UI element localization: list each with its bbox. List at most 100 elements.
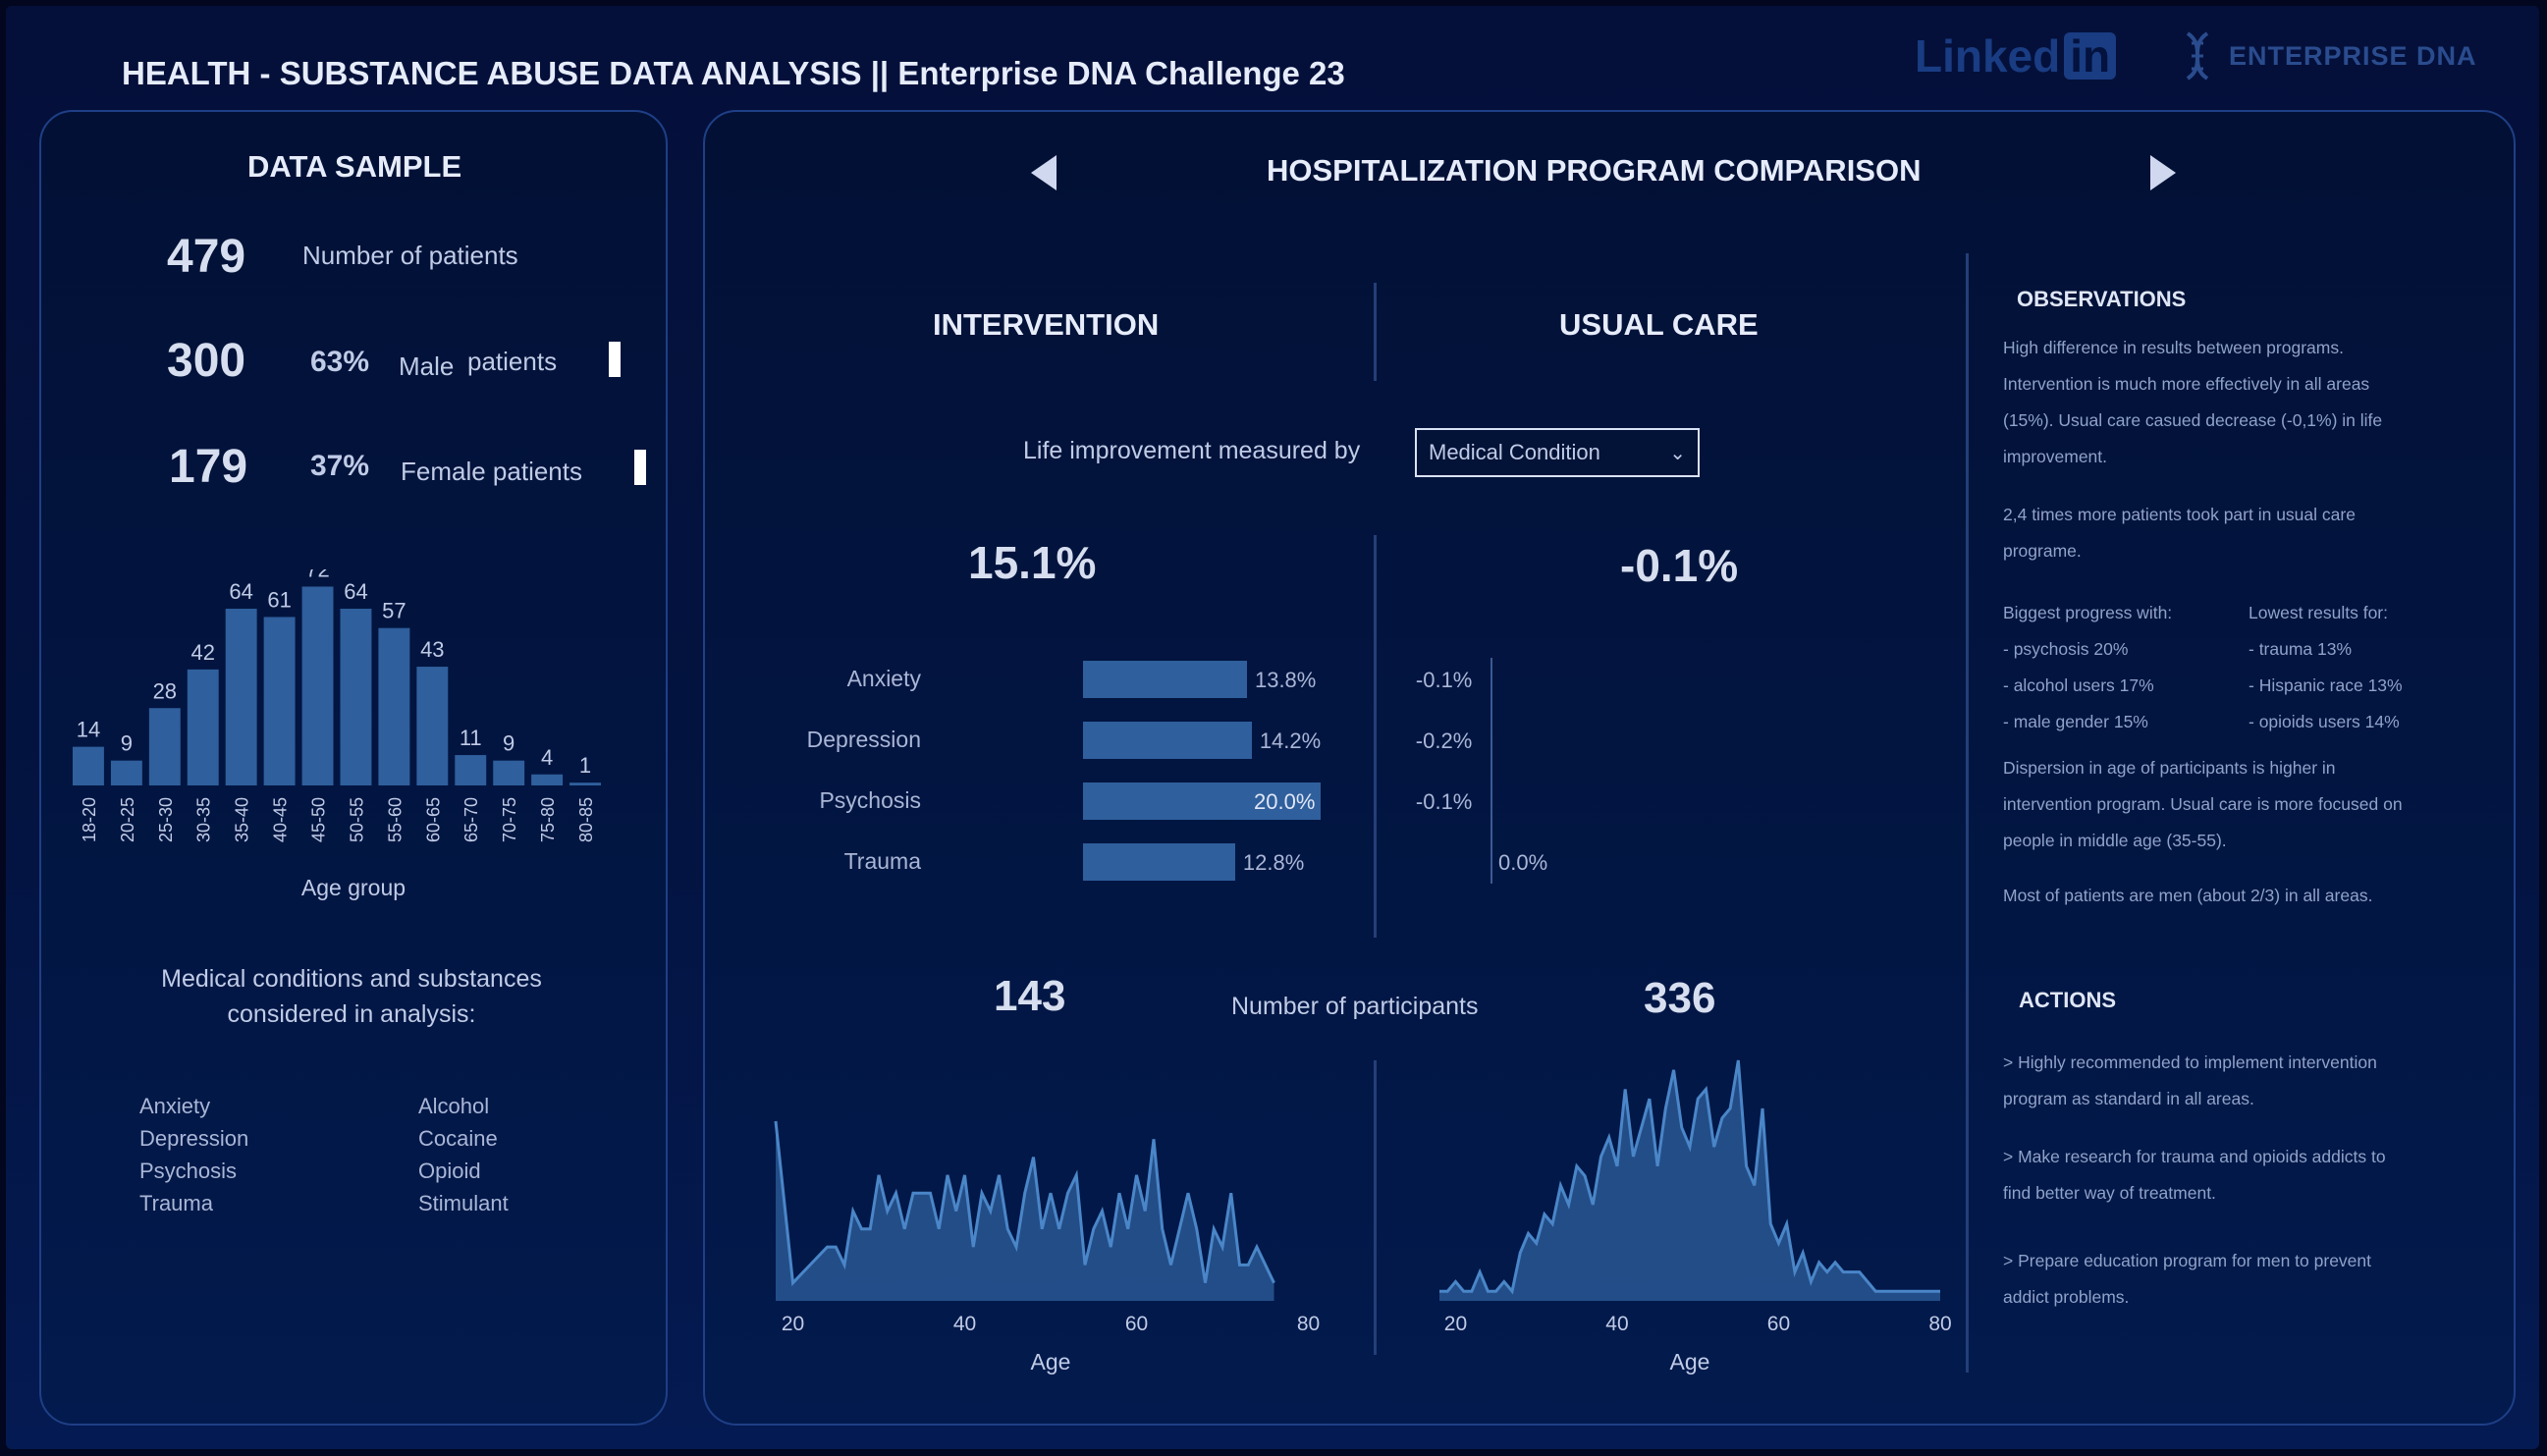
area-axis-label: Age	[1670, 1349, 1710, 1375]
obs-line: Dispersion in age of participants is hig…	[2003, 758, 2336, 778]
age-bar	[187, 669, 219, 785]
intervention-title: INTERVENTION	[933, 307, 1160, 342]
age-bar-value: 11	[460, 726, 482, 750]
substance-item: Cocaine	[418, 1126, 498, 1151]
category-label: Depression	[806, 727, 921, 752]
male-pct: 63%	[310, 346, 370, 378]
area-tick-label: 60	[1767, 1313, 1790, 1335]
usual-care-total: -0.1%	[1620, 540, 1739, 591]
condition-item: Depression	[139, 1126, 249, 1151]
dna-icon	[2186, 31, 2209, 81]
age-bar-value: 72	[305, 569, 329, 582]
age-bar	[416, 667, 449, 785]
value-label: -0.1%	[1415, 789, 1473, 814]
biggest-progress-list: Biggest progress with: - psychosis 20% -…	[2003, 595, 2172, 740]
age-bar	[378, 627, 410, 785]
obs-line: (15%). Usual care casued decrease (-0,1%…	[2003, 410, 2383, 430]
measure-dropdown-value: Medical Condition	[1429, 440, 1600, 464]
age-tick-label: 25-30	[156, 797, 176, 842]
area-fill	[1439, 1060, 1940, 1301]
age-tick-label: 60-65	[423, 797, 443, 842]
linkedin-logo[interactable]: Linked in	[1915, 29, 2117, 82]
age-bar-value: 28	[153, 678, 177, 703]
age-tick-label: 30-35	[194, 797, 214, 842]
observations-title: OBSERVATIONS	[2017, 287, 2187, 311]
linkedin-logo-box: in	[2064, 32, 2117, 80]
age-tick-label: 75-80	[538, 797, 558, 842]
conditions-list: Anxiety Depression Psychosis Trauma	[139, 1090, 248, 1219]
obs-line: High difference in results between progr…	[2003, 338, 2344, 357]
age-bar	[110, 760, 142, 785]
age-tick-label: 45-50	[309, 797, 329, 842]
biggest-progress-item: - male gender 15%	[2003, 712, 2148, 731]
biggest-progress-item: - psychosis 20%	[2003, 639, 2129, 659]
area-tick-label: 20	[782, 1313, 804, 1335]
substance-item: Opioid	[418, 1159, 481, 1183]
age-bar-value: 57	[382, 599, 406, 623]
obs-line: people in middle age (35-55).	[2003, 831, 2227, 850]
age-tick-label: 55-60	[385, 797, 405, 842]
age-bar-value: 9	[503, 731, 515, 756]
intervention-total: 15.1%	[968, 537, 1097, 588]
area-tick-label: 20	[1444, 1313, 1467, 1335]
action-item-2: > Make research for trauma and opioids a…	[2003, 1139, 2386, 1212]
biggest-progress-title: Biggest progress with:	[2003, 603, 2173, 622]
age-bar-value: 43	[420, 637, 444, 662]
age-tick-label: 35-40	[233, 797, 252, 842]
age-bar-value: 61	[267, 587, 291, 612]
age-bar-value: 64	[229, 579, 252, 604]
value-label: 13.8%	[1254, 668, 1317, 692]
age-axis-label: Age group	[301, 875, 406, 900]
observations-paragraph-3: Dispersion in age of participants is hig…	[2003, 750, 2403, 859]
chevron-down-icon: ⌄	[1669, 442, 1686, 464]
next-page-icon[interactable]	[2146, 153, 2178, 192]
area-tick-label: 60	[1125, 1313, 1148, 1335]
obs-line: Most of patients are men (about 2/3) in …	[2003, 886, 2373, 905]
male-label-2: patients	[467, 347, 558, 376]
age-tick-label: 70-75	[500, 797, 519, 842]
enterprise-dna-logo[interactable]: ENTERPRISE DNA	[2178, 29, 2477, 82]
value-label: -0.2%	[1415, 728, 1473, 753]
participants-label: Number of participants	[1231, 993, 1479, 1020]
age-bar	[493, 760, 525, 785]
conditions-heading-2: considered in analysis:	[227, 1000, 476, 1028]
value-bar	[1083, 661, 1247, 698]
linkedin-logo-text: Linked	[1915, 30, 2061, 81]
comparison-title: HOSPITALIZATION PROGRAM COMPARISON	[1267, 153, 1922, 188]
action-line: addict problems.	[2003, 1287, 2130, 1307]
age-bar-value: 9	[121, 731, 133, 756]
male-share-bar	[609, 342, 621, 377]
usual-care-age-area-chart: 20 40 60 80 Age	[1439, 1059, 1952, 1375]
observations-paragraph-4: Most of patients are men (about 2/3) in …	[2003, 878, 2372, 914]
measure-dropdown[interactable]: Medical Condition ⌄	[1415, 428, 1700, 477]
substances-list: Alcohol Cocaine Opioid Stimulant	[418, 1090, 509, 1219]
enterprise-dna-text: ENTERPRISE DNA	[2229, 40, 2477, 71]
age-tick-label: 40-45	[271, 797, 291, 842]
bottom-divider	[1374, 1060, 1377, 1355]
area-tick-label: 40	[1605, 1313, 1628, 1335]
obs-line: intervention program. Usual care is more…	[2003, 794, 2403, 814]
area-tick-label: 80	[1928, 1313, 1951, 1335]
age-bar	[225, 609, 257, 785]
action-line: > Highly recommended to implement interv…	[2003, 1052, 2377, 1072]
age-tick-label: 50-55	[347, 797, 366, 842]
age-tick-label: 20-25	[118, 797, 137, 842]
previous-page-icon[interactable]	[1029, 153, 1060, 192]
intervention-age-area-chart: 20 40 60 80 Age	[774, 1120, 1320, 1375]
action-line: find better way of treatment.	[2003, 1183, 2216, 1203]
value-bar	[1083, 722, 1252, 759]
conditions-heading-1: Medical conditions and substances	[161, 965, 542, 993]
value-label: 14.2%	[1259, 728, 1322, 753]
action-item-3: > Prepare education program for men to p…	[2003, 1243, 2371, 1316]
age-bar	[531, 774, 564, 785]
action-line: > Make research for trauma and opioids a…	[2003, 1147, 2386, 1166]
condition-item: Anxiety	[139, 1094, 211, 1118]
age-tick-label: 18-20	[80, 797, 99, 842]
value-label: 12.8%	[1242, 850, 1305, 875]
area-axis-label: Age	[1031, 1349, 1071, 1375]
age-group-chart: 1418-20920-252825-304230-356435-406140-4…	[73, 569, 601, 900]
lowest-results-item: - trauma 13%	[2249, 639, 2353, 659]
intervention-participants: 143	[994, 972, 1066, 1020]
female-label: Female patients	[401, 457, 582, 486]
area-tick-label: 40	[953, 1313, 976, 1335]
